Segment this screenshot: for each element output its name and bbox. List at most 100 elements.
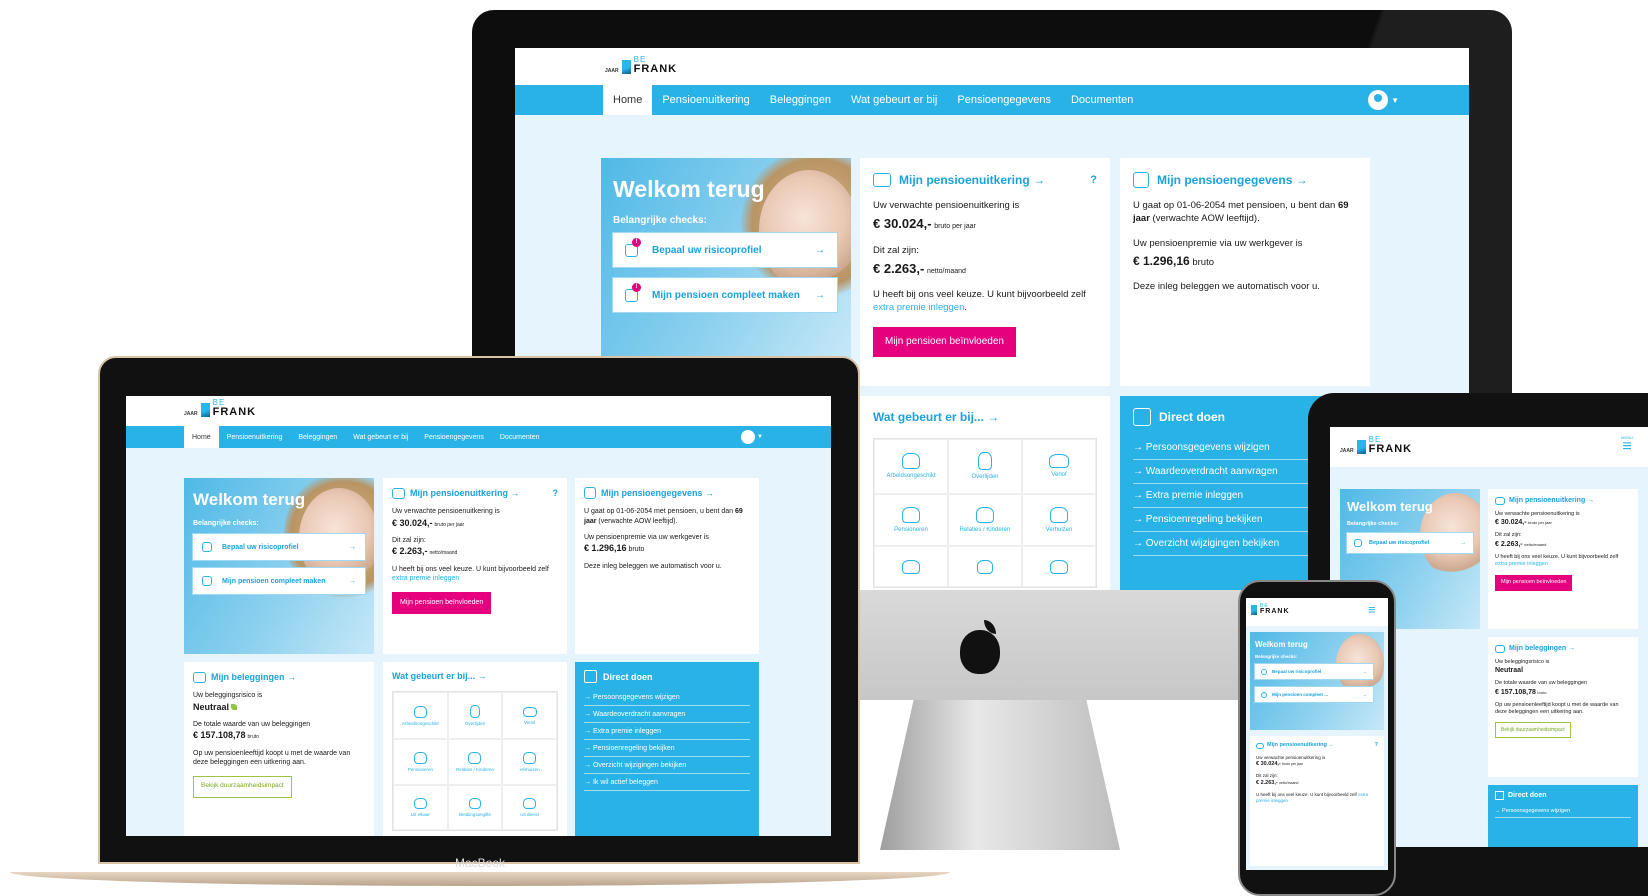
action-extra-premie[interactable]: → Extra premie inleggen (584, 723, 750, 740)
wallet-icon (873, 173, 891, 188)
event-relaties[interactable]: Relaties / Kinderen (948, 493, 1022, 547)
nav-wat-gebeurt[interactable]: Wat gebeurt er bij (841, 85, 947, 115)
event-uit-dienst[interactable] (1022, 546, 1096, 587)
duurzaamheid-button[interactable]: Bekijk duurzaamheidsimpact (1495, 722, 1571, 739)
hand-icon (1495, 791, 1504, 800)
action-overzicht[interactable]: → Overzicht wijzigingen bekijken (584, 757, 750, 774)
card-title[interactable]: Mijn pensioengegevens → (1157, 172, 1308, 188)
card-title[interactable]: Wat gebeurt er bij... → (392, 671, 558, 681)
brand-logo[interactable]: JAAR BE FRANK (1340, 436, 1412, 455)
keuze-text: U heeft bij ons veel keuze. U kunt bijvo… (392, 565, 558, 584)
brand-logo[interactable]: JAAR BE FRANK (605, 56, 677, 75)
nav-home[interactable]: Home (603, 85, 653, 115)
pensioen-beinvloeden-button[interactable]: Mijn pensioen beïnvloeden (873, 327, 1016, 358)
nav-beleggingen[interactable]: Beleggingen (760, 85, 841, 115)
hamburger-menu[interactable]: MENU ≡ (1616, 435, 1638, 455)
brand-logo[interactable]: BE FRANK (1251, 604, 1290, 616)
check-risicoprofiel[interactable]: ! Bepaal uw risicoprofiel → (613, 233, 837, 267)
card-title[interactable]: Mijn pensioenuitkering → (410, 487, 520, 499)
nav-home[interactable]: Home (184, 426, 219, 448)
chart-icon (193, 671, 206, 683)
main-nav: Home Pensioenuitkering Beleggingen Wat g… (126, 426, 831, 448)
event-arbeidsongeschikt[interactable]: Arbeidsongeschikt (393, 692, 448, 739)
nav-pensioenuitkering[interactable]: Pensioenuitkering (652, 85, 759, 115)
event-arbeidsongeschikt[interactable]: Arbeidsongeschikt (874, 439, 948, 494)
check-risicoprofiel[interactable]: Bepaal uw risicoprofiel → (1347, 533, 1473, 553)
nav-wat-gebeurt[interactable]: Wat gebeurt er bij (345, 426, 416, 448)
aow-label: (verwachte AOW leeftijd). (1152, 213, 1260, 224)
hamburger-icon[interactable]: ≡ (1368, 603, 1376, 616)
check-risicoprofiel[interactable]: Bepaal uw risicoprofiel → (193, 534, 365, 560)
brand-logo[interactable]: JAAR BE FRANK (184, 399, 256, 418)
user-avatar-icon (741, 430, 756, 444)
card-title[interactable]: Mijn beleggingen → (211, 671, 296, 683)
hamburger-icon: ≡ (1622, 438, 1632, 455)
header: JAAR BE FRANK (515, 48, 1469, 88)
nav-pensioenuitkering[interactable]: Pensioenuitkering (219, 426, 291, 448)
event-uit-elkaar[interactable]: Uit elkaar (393, 785, 448, 830)
duurzaamheid-button[interactable]: Bekijk duurzaamheidsimpact (193, 775, 292, 798)
event-verlof[interactable]: Verlof (1022, 439, 1096, 494)
user-menu[interactable]: ▼ (1358, 85, 1409, 115)
card-title[interactable]: Mijn beleggingen → (1509, 644, 1575, 654)
help-icon[interactable]: ? (553, 487, 559, 499)
event-betalingsangifte[interactable]: Betalingsangifte (447, 785, 503, 830)
event-overlijden[interactable]: Overlijden (948, 439, 1022, 494)
event-overlijden[interactable]: Overlijden (447, 692, 503, 739)
extra-premie-link[interactable]: extra premie inleggen (392, 575, 459, 582)
netto-amount: € 2.263,- (1495, 540, 1523, 548)
netto-amount-sub: netto/maand (1524, 541, 1547, 547)
card-title-row: Direct doen (1495, 791, 1631, 800)
event-verlof[interactable]: Verlof (502, 692, 557, 739)
event-relaties[interactable]: Relaties / Kinderen (447, 739, 503, 785)
event-uit-dienst[interactable]: Uit dienst (502, 785, 557, 830)
uitkering-amount: € 30.024,- (392, 517, 433, 528)
card-title[interactable]: Wat gebeurt er bij... → (873, 410, 1097, 424)
card-title: Direct doen (603, 671, 653, 682)
card-title[interactable]: Mijn pensioengegevens → (601, 487, 714, 499)
action-pensioenregeling[interactable]: → Pensioenregeling bekijken (584, 740, 750, 757)
nav-pensioengegevens[interactable]: Pensioengegevens (947, 85, 1061, 115)
nav-documenten[interactable]: Documenten (492, 426, 548, 448)
event-pensioneren[interactable]: Pensioneren (874, 493, 948, 547)
card-title-row: Direct doen (584, 670, 750, 683)
event-label: Verlof (1051, 472, 1067, 479)
card-title[interactable]: Mijn pensioenuitkering → (1509, 496, 1594, 506)
nav-documenten[interactable]: Documenten (1061, 85, 1143, 115)
netto-label: Dit zal zijn: (873, 244, 919, 256)
action-waardeoverdracht[interactable]: → Waardeoverdracht aanvragen (584, 706, 750, 723)
nav-beleggingen[interactable]: Beleggingen (290, 426, 345, 448)
card-title-row: Mijn pensioengegevens → (584, 487, 750, 500)
check-risicoprofiel[interactable]: Bepaal uw risicoprofiel → (1255, 664, 1373, 679)
premie-amount-sub: bruto (1192, 256, 1215, 268)
nav-pensioengegevens[interactable]: Pensioengegevens (416, 426, 492, 448)
netto-amount-sub: netto/maand (429, 550, 458, 557)
pensioen-beinvloeden-button[interactable]: Mijn pensioen beïnvloeden (1495, 575, 1573, 592)
list-icon (584, 487, 596, 500)
pensioen-beinvloeden-button[interactable]: Mijn pensioen beïnvloeden (392, 591, 492, 614)
logo-mark-icon (200, 403, 210, 418)
event-pensioneren[interactable]: Pensioneren (393, 739, 448, 785)
event-uit-elkaar[interactable] (874, 546, 948, 587)
hero-subtitle: Belangrijke checks: (1255, 654, 1298, 659)
extra-premie-link[interactable]: extra premie inleggen (873, 302, 964, 313)
check-pensioen-compleet[interactable]: ! Mijn pensioen compleet maken → (613, 278, 837, 312)
check-pensioen-compleet[interactable]: Mijn pensioen compleet ... → (1255, 687, 1373, 702)
action-persoonsgegevens[interactable]: → Persoonsgegevens wijzigen (1495, 805, 1631, 818)
card-title-row: Mijn beleggingen → (1495, 644, 1631, 654)
extra-premie-link[interactable]: extra premie inleggen (1495, 561, 1548, 567)
event-verhuizen[interactable]: Verhuizen (502, 739, 557, 785)
help-icon[interactable]: ? (1090, 173, 1097, 188)
event-verhuizen[interactable]: Verhuizen (1022, 493, 1096, 547)
netto-amount: € 2.263,- (1256, 779, 1278, 786)
uitkering-label: Uw verwachte pensioenuitkering is (1495, 510, 1580, 517)
card-title[interactable]: Mijn pensioenuitkering → (1267, 742, 1334, 750)
user-menu[interactable]: ▼ (731, 426, 773, 448)
help-icon[interactable]: ? (1375, 742, 1378, 750)
premie-label: Uw pensioenpremie via uw werkgever is (584, 534, 709, 542)
card-title[interactable]: Mijn pensioenuitkering → (899, 172, 1045, 188)
event-betalingsangifte[interactable] (948, 546, 1022, 587)
action-persoonsgegevens[interactable]: → Persoonsgegevens wijzigen (584, 689, 750, 706)
action-actief-beleggen[interactable]: → Ik wil actief beleggen (584, 774, 750, 791)
check-pensioen-compleet[interactable]: Mijn pensioen compleet maken → (193, 568, 365, 594)
